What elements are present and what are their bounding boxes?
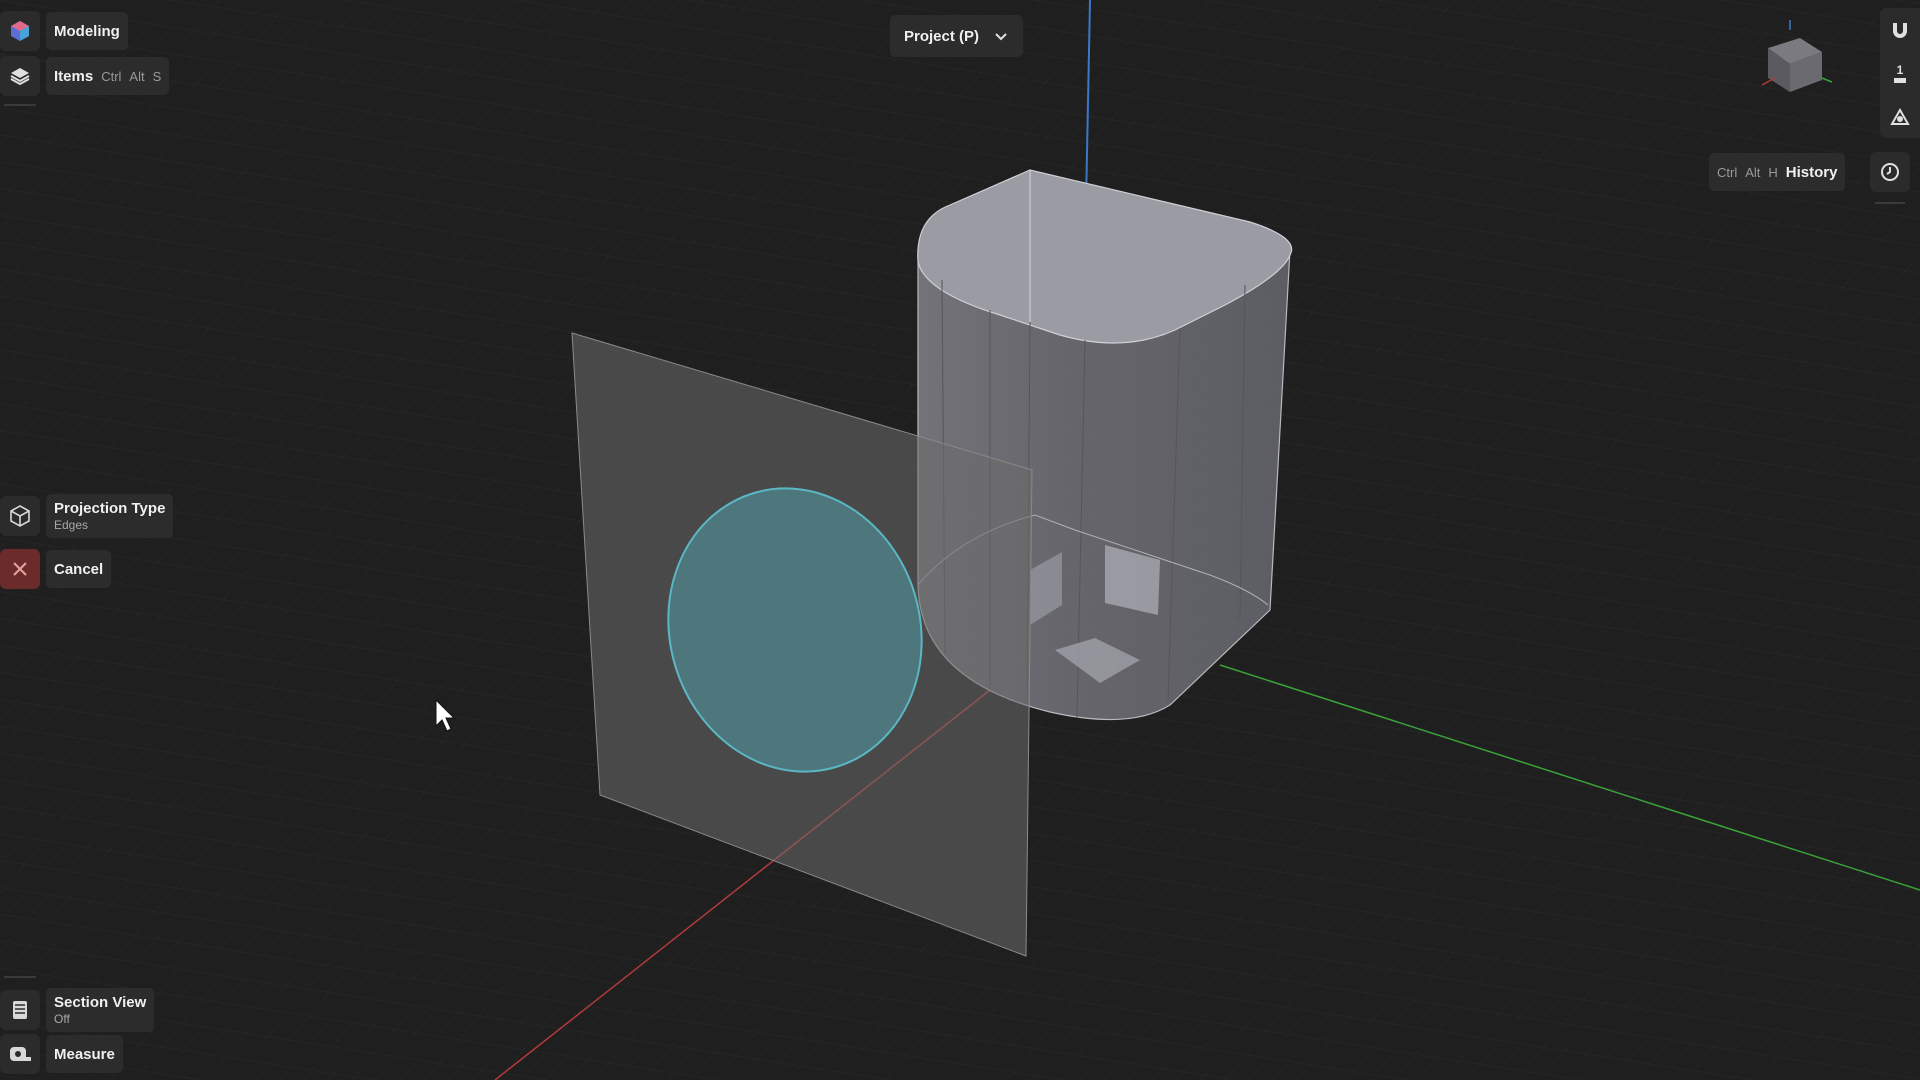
- right-divider: [1875, 202, 1905, 204]
- scene-canvas[interactable]: [0, 0, 1920, 1080]
- magnet-icon: [1893, 23, 1907, 38]
- project-dropdown[interactable]: Project (P): [890, 15, 1024, 57]
- camera-target-icon: [1890, 107, 1910, 125]
- shortcut-key-alt: Alt: [129, 68, 145, 84]
- chevron-down-icon: [995, 33, 1007, 41]
- app-logo-icon: [11, 21, 29, 41]
- camera-target-button[interactable]: [1888, 106, 1912, 130]
- history-label: History: [1785, 163, 1838, 181]
- cancel-button[interactable]: Cancel: [46, 550, 112, 588]
- shortcut-key-alt: Alt: [1745, 164, 1761, 180]
- shortcut-key-h: H: [1768, 164, 1778, 180]
- cube-projection-icon: [10, 505, 30, 527]
- projection-type-value: Edges: [54, 518, 89, 532]
- history-panel-toggle[interactable]: Ctrl Alt H History: [1709, 153, 1846, 191]
- cancel-icon-button[interactable]: [0, 549, 40, 589]
- 3d-viewport[interactable]: Modeling Items Ctrl Alt S Project (P) Pr…: [0, 0, 1920, 1080]
- mode-switcher[interactable]: Modeling: [46, 12, 128, 50]
- section-view-value: Off: [54, 1012, 70, 1026]
- unit-value: 1: [1896, 63, 1904, 77]
- projection-type-label: Projection Type: [54, 500, 166, 517]
- projection-type-option[interactable]: Projection Type Edges: [46, 494, 174, 538]
- ruler-icon: [1894, 78, 1906, 83]
- measure-icon-button[interactable]: [0, 1034, 40, 1074]
- measure-tape-icon: [10, 1047, 31, 1061]
- mode-label: Modeling: [54, 22, 120, 40]
- measure-button[interactable]: Measure: [46, 1035, 123, 1073]
- clock-icon: [1881, 163, 1899, 181]
- items-label: Items: [54, 67, 94, 85]
- close-icon: [13, 562, 27, 576]
- measure-label: Measure: [54, 1045, 115, 1063]
- snap-magnet-button[interactable]: [1888, 18, 1912, 42]
- toolbar-divider: [4, 104, 36, 106]
- section-view-option[interactable]: Section View Off: [46, 988, 155, 1032]
- history-button[interactable]: [1870, 152, 1910, 192]
- section-view-icon: [13, 1001, 27, 1019]
- bottom-toolbar-divider: [4, 976, 36, 978]
- project-label: Project (P): [904, 27, 980, 45]
- projection-type-button[interactable]: [0, 496, 40, 536]
- layers-button[interactable]: [0, 56, 40, 96]
- section-view-button[interactable]: [0, 990, 40, 1030]
- app-logo-button[interactable]: [0, 11, 40, 51]
- section-view-label: Section View: [54, 994, 147, 1011]
- unit-scale-button[interactable]: 1: [1888, 62, 1912, 86]
- shortcut-key-s: S: [152, 68, 162, 84]
- shortcut-key-ctrl: Ctrl: [1717, 164, 1738, 180]
- items-panel-toggle[interactable]: Items Ctrl Alt S: [46, 57, 170, 95]
- shortcut-key-ctrl: Ctrl: [101, 68, 122, 84]
- cancel-label: Cancel: [54, 560, 104, 578]
- right-toolbar: 1: [1880, 8, 1920, 138]
- layers-icon: [10, 68, 30, 86]
